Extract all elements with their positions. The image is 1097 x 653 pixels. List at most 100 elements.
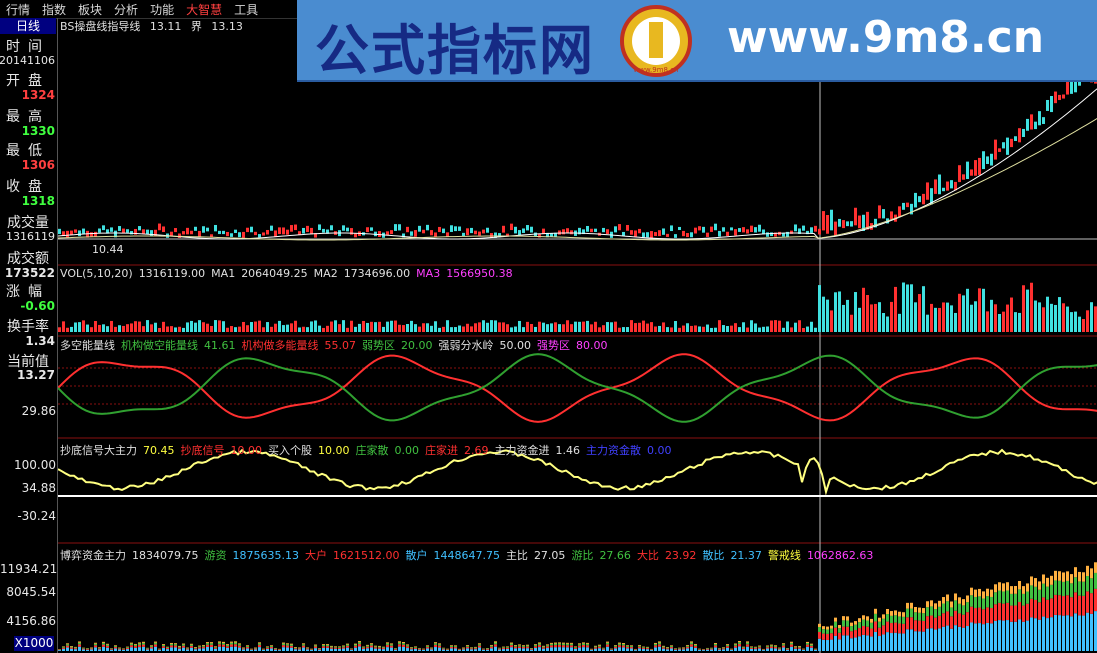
volume-bar-81 — [382, 326, 385, 332]
candle-160 — [698, 226, 701, 231]
capital-bar-148-0 — [650, 650, 653, 651]
capital-bar-3-0 — [70, 648, 73, 651]
info-label-4: 收盘 — [6, 179, 50, 195]
capital-bar-15-1 — [118, 648, 121, 650]
capital-bar-156-0 — [682, 649, 685, 651]
capital-bar-254-1 — [1074, 592, 1077, 614]
capital-bar-23-0 — [150, 648, 153, 651]
capital-bar-242-1 — [1026, 603, 1029, 621]
energy-item-6: 20.00 — [401, 339, 433, 352]
capital-bar-71-3 — [342, 645, 345, 647]
capital-bar-151-1 — [662, 647, 665, 649]
capital-bar-38-0 — [210, 647, 213, 651]
volume-item-3: 2064049.25 — [241, 267, 308, 280]
info-value-1: 1324 — [21, 88, 55, 102]
capital-bar-203-0 — [870, 636, 873, 651]
capital-bar-169-3 — [734, 643, 737, 645]
capital-bar-181-0 — [782, 647, 785, 651]
candle-142 — [626, 224, 629, 231]
capital-bar-68-1 — [330, 647, 333, 649]
candle-102 — [466, 228, 469, 236]
candle-220 — [938, 174, 941, 195]
capital-bar-199-1 — [854, 630, 857, 638]
volume-bar-255 — [1078, 316, 1081, 332]
capital-bar-79-0 — [374, 648, 377, 651]
capital-bar-121-0 — [542, 648, 545, 651]
capital-bar-56-1 — [282, 645, 285, 648]
capital-bar-165-1 — [718, 648, 721, 650]
volume-item-0: VOL(5,10,20) — [60, 267, 133, 280]
capital-bar-36-1 — [202, 646, 205, 649]
capital-bar-157-3 — [686, 644, 689, 646]
capital-bar-112-3 — [506, 646, 509, 647]
energy-item-4: 55.07 — [324, 339, 357, 352]
capital-bar-26-1 — [162, 646, 165, 648]
candle-36 — [202, 226, 205, 233]
capital-bar-118-1 — [530, 648, 533, 650]
menu-item-2[interactable]: 板块 — [72, 1, 108, 18]
capital-bar-75-3 — [358, 641, 361, 643]
capital-bar-185-3 — [798, 645, 801, 647]
candle-53 — [270, 225, 273, 231]
capital-bar-93-1 — [430, 648, 433, 650]
capital-bar-155-0 — [678, 649, 681, 651]
capital-bar-164-3 — [714, 642, 717, 644]
capital-bar-52-3 — [266, 646, 269, 647]
capital-bar-120-0 — [538, 647, 541, 651]
tab-daily[interactable]: 日线 — [0, 18, 56, 34]
capital-bar-138-1 — [610, 649, 613, 650]
capital-bar-65-1 — [318, 648, 321, 650]
capital-bar-225-3 — [958, 597, 961, 604]
capital-bar-58-1 — [290, 645, 293, 648]
candle-150 — [658, 230, 661, 237]
bottom_signal-item-8: 庄家进 — [425, 444, 458, 457]
capital-bar-162-0 — [706, 649, 709, 651]
capital-bar-70-1 — [338, 647, 341, 649]
capital-bar-124-0 — [554, 647, 557, 651]
menu-item-1[interactable]: 指数 — [36, 1, 72, 18]
capital-bar-226-2 — [962, 605, 965, 615]
volume-bar-132 — [586, 320, 589, 332]
menu-item-5[interactable]: 大智慧 — [180, 1, 228, 18]
capital-bar-228-2 — [970, 595, 973, 607]
capital-bar-32-2 — [186, 647, 189, 649]
volume-bar-216 — [922, 286, 925, 332]
capital-bar-73-1 — [350, 649, 353, 650]
candle-61 — [302, 227, 305, 234]
capital-bar-130-2 — [578, 644, 581, 646]
capital-bar-78-3 — [370, 643, 373, 645]
capital-bar-38-2 — [210, 643, 213, 645]
volume-bar-99 — [454, 327, 457, 332]
capital-bar-183-3 — [790, 641, 793, 643]
volume-bar-211 — [902, 282, 905, 332]
capital-bar-105-0 — [478, 647, 481, 651]
volume-bar-111 — [502, 322, 505, 332]
menu-item-0[interactable]: 行情 — [0, 1, 36, 18]
energy-item-1: 机构做空能量线 — [121, 339, 198, 352]
candle-72 — [346, 227, 349, 232]
bottom_signal-item-5: 10.00 — [318, 444, 350, 457]
capital-bar-120-3 — [538, 642, 541, 644]
capital-bar-108-1 — [490, 646, 493, 649]
volume-bar-254 — [1074, 311, 1077, 332]
capital-bar-219-1 — [934, 617, 937, 630]
capital-bar-119-2 — [534, 645, 537, 647]
capital-bar-83-2 — [390, 644, 393, 646]
menu-item-6[interactable]: 工具 — [228, 1, 264, 18]
capital-bar-52-1 — [266, 647, 269, 649]
capital-bar-223-2 — [950, 607, 953, 617]
capital-bar-143-3 — [630, 645, 633, 647]
menu-item-4[interactable]: 功能 — [144, 1, 180, 18]
capital-item-10: 游比 — [571, 549, 594, 562]
capital-bar-102-0 — [466, 648, 469, 651]
capital-bar-74-0 — [354, 647, 357, 651]
volume-bar-218 — [930, 303, 933, 332]
candle-174 — [754, 227, 757, 233]
capital-bar-135-3 — [598, 644, 601, 646]
bottom_signal-item-3: 10.00 — [230, 444, 263, 457]
menu-item-3[interactable]: 分析 — [108, 1, 144, 18]
candle-96 — [442, 228, 445, 234]
capital-bar-188-3 — [810, 643, 813, 645]
capital-bar-171-0 — [742, 649, 745, 651]
volume-bar-122 — [546, 324, 549, 332]
